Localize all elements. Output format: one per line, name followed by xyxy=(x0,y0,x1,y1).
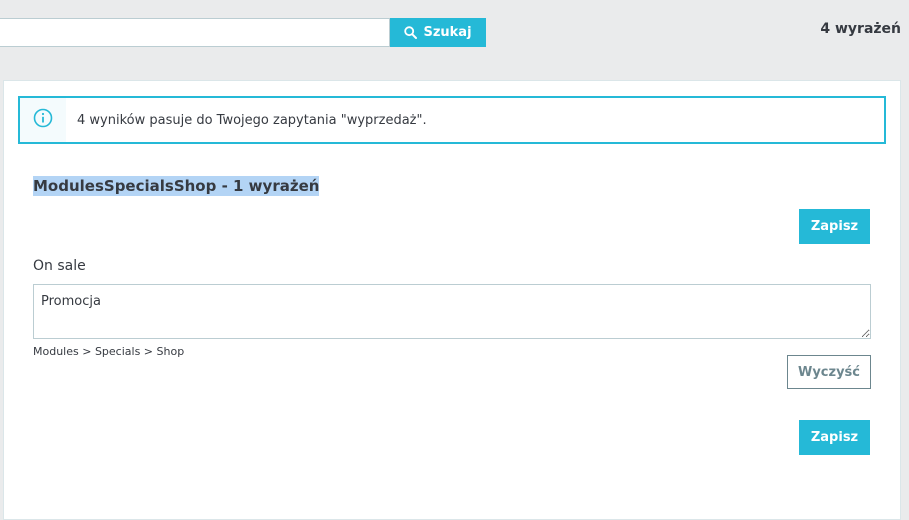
save-button[interactable]: Zapisz xyxy=(799,209,870,244)
search-bar: Szukaj 4 wyrażeń xyxy=(0,0,909,78)
search-button[interactable]: Szukaj xyxy=(390,18,486,47)
translation-textarea[interactable]: Promocja xyxy=(33,284,871,339)
search-input[interactable] xyxy=(0,18,390,47)
alert-icon-box xyxy=(20,98,66,142)
info-icon xyxy=(33,108,53,133)
search-icon xyxy=(404,26,418,39)
field-label: On sale xyxy=(33,258,86,274)
alert-message: 4 wyników pasuje do Twojego zapytania "w… xyxy=(77,112,427,128)
breadcrumb: Modules > Specials > Shop xyxy=(33,345,185,358)
save-bottom-button[interactable]: Zapisz xyxy=(799,420,870,455)
translations-panel: 4 wyników pasuje do Twojego zapytania "w… xyxy=(3,80,901,520)
section-title: ModulesSpecialsShop - 1 wyrażeń xyxy=(33,176,320,196)
search-button-label: Szukaj xyxy=(423,25,472,40)
reset-button[interactable]: Wyczyść xyxy=(787,355,871,389)
info-alert: 4 wyników pasuje do Twojego zapytania "w… xyxy=(18,96,886,144)
expression-count: 4 wyrażeń xyxy=(820,21,901,37)
